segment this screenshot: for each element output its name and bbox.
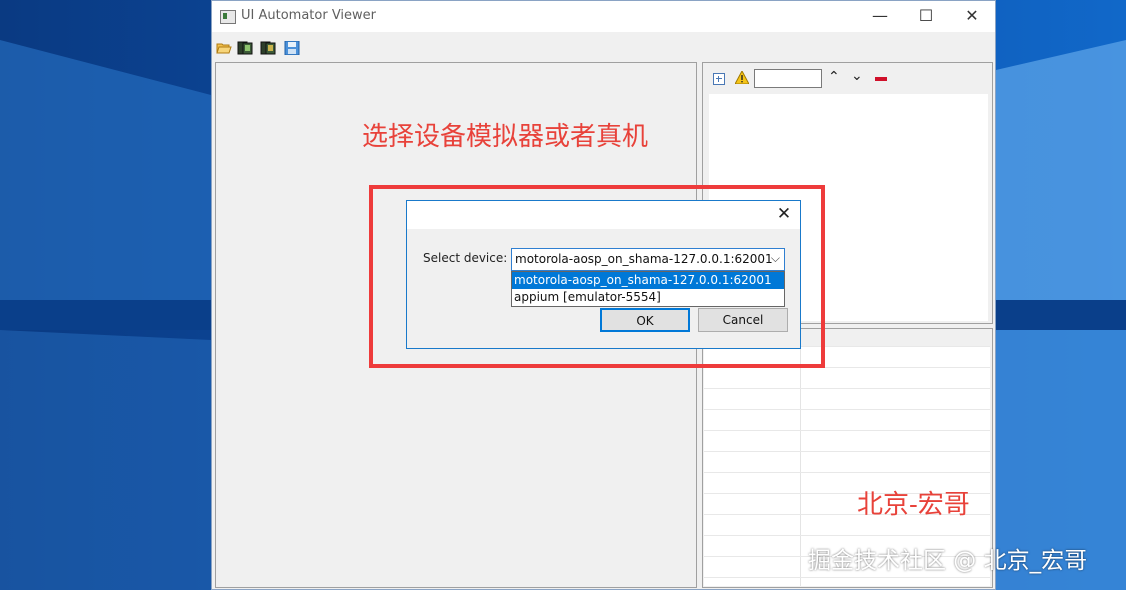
dialog-titlebar[interactable]: ✕ <box>407 201 800 229</box>
device-option[interactable]: motorola-aosp_on_shama-127.0.0.1:62001 <box>512 272 784 289</box>
select-device-caption: 选择设备模拟器或者真机 <box>362 122 649 152</box>
table-row <box>704 409 990 410</box>
table-row <box>704 451 990 452</box>
author-caption: 北京-宏哥 <box>857 490 970 520</box>
close-button[interactable]: ✕ <box>949 1 995 32</box>
minimize-button[interactable]: — <box>857 1 903 32</box>
table-row <box>704 577 990 578</box>
table-row <box>704 430 990 431</box>
search-input[interactable] <box>754 69 822 88</box>
open-folder-icon[interactable] <box>216 41 232 55</box>
device-option[interactable]: appium [emulator-5554] <box>512 289 784 306</box>
up-arrow-icon[interactable]: ⌃ <box>828 69 840 85</box>
app-icon <box>220 10 236 24</box>
table-row <box>704 472 990 473</box>
select-device-label: Select device: <box>423 251 508 265</box>
device-select[interactable]: motorola-aosp_on_shama-127.0.0.1:62001 ⌵ <box>511 248 785 271</box>
device-select-value: motorola-aosp_on_shama-127.0.0.1:62001 <box>515 252 773 266</box>
chevron-down-icon[interactable]: ⌵ <box>771 251 780 266</box>
down-arrow-icon[interactable]: ⌄ <box>851 68 863 84</box>
device-dropdown-list: motorola-aosp_on_shama-127.0.0.1:62001 a… <box>511 271 785 307</box>
watermark: 掘金技术社区 @ 北京_宏哥 <box>808 548 1088 574</box>
maximize-button[interactable]: ☐ <box>903 1 949 32</box>
save-icon[interactable] <box>284 41 300 55</box>
device-screenshot-compressed-icon[interactable] <box>260 41 276 55</box>
cancel-button[interactable]: Cancel <box>698 308 788 332</box>
table-row <box>704 535 990 536</box>
expand-all-icon[interactable] <box>713 73 725 85</box>
column-divider <box>800 346 801 586</box>
table-row <box>704 388 990 389</box>
dialog-close-button[interactable]: ✕ <box>774 204 794 224</box>
main-toolbar <box>212 34 995 60</box>
device-screenshot-icon[interactable] <box>237 41 253 55</box>
window-titlebar[interactable]: UI Automator Viewer — ☐ ✕ <box>212 1 995 32</box>
select-device-dialog: ✕ Select device: motorola-aosp_on_shama-… <box>406 200 801 349</box>
window-title: UI Automator Viewer <box>241 8 377 23</box>
ok-button[interactable]: OK <box>600 308 690 332</box>
warning-icon[interactable] <box>735 71 749 84</box>
clear-icon[interactable] <box>875 77 887 81</box>
